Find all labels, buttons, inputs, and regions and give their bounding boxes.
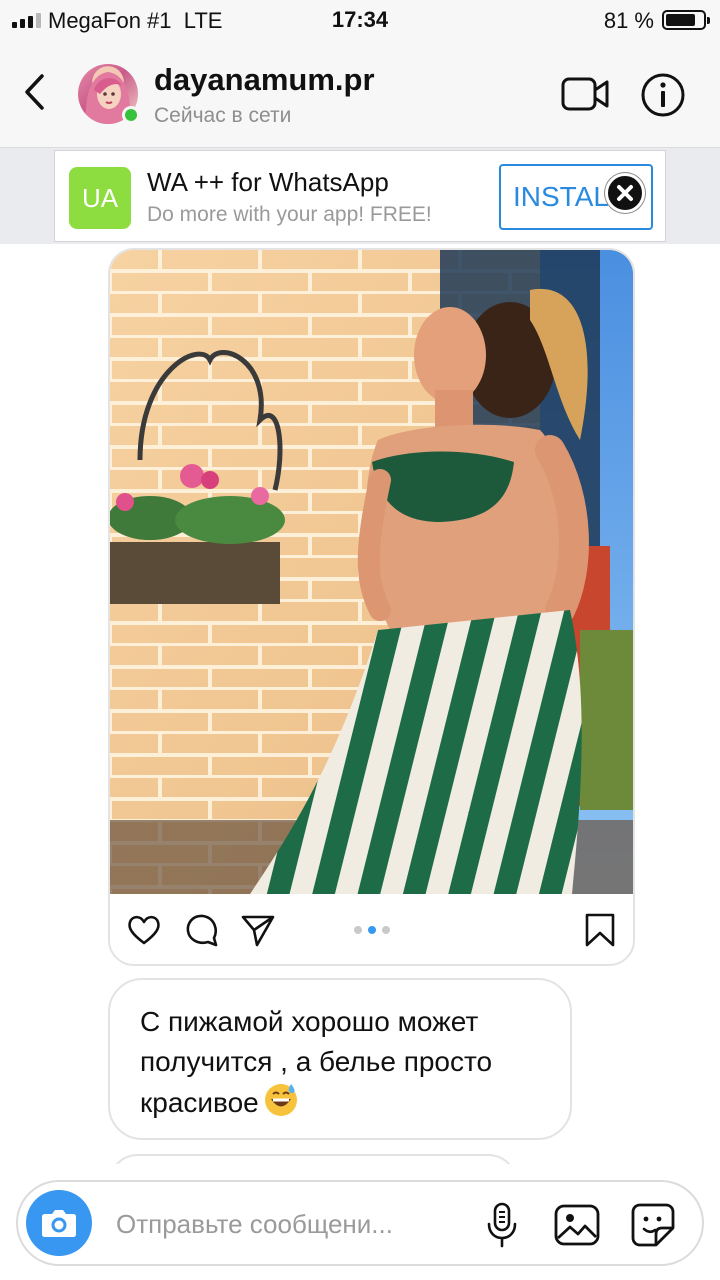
message-thread[interactable]: С пижамой хорошо может получится , а бел… [0, 244, 720, 1164]
chat-username[interactable]: dayanamum.pr [154, 62, 375, 98]
chat-header: dayanamum.pr Сейчас в сети [0, 40, 720, 148]
comment-icon [186, 914, 218, 947]
gallery-icon [554, 1204, 600, 1246]
ad-banner[interactable]: UA WA ++ for WhatsApp Do more with your … [54, 150, 666, 242]
video-camera-icon [561, 77, 609, 111]
ad-area: UA WA ++ for WhatsApp Do more with your … [0, 148, 720, 244]
bookmark-button[interactable] [582, 912, 618, 948]
ad-title: WA ++ for WhatsApp [147, 167, 389, 197]
camera-icon [42, 1210, 76, 1237]
ad-app-logo: UA [69, 167, 131, 229]
carousel-indicator [354, 926, 390, 934]
camera-button[interactable] [26, 1190, 92, 1256]
carousel-dot [368, 926, 376, 934]
battery-percent: 81 % [603, 8, 654, 33]
grinning-sweat-emoji [264, 1084, 297, 1116]
message-text-content: С пижамой хорошо может получится , а бел… [140, 1006, 493, 1118]
gallery-button[interactable] [552, 1200, 602, 1250]
chevron-left-icon [25, 74, 44, 110]
battery-icon [662, 10, 710, 30]
like-button[interactable] [126, 912, 162, 948]
status-bar: MegaFon #1 LTE 17:34 81 % [0, 0, 720, 40]
message-bubble[interactable]: С пижамой хорошо может получится , а бел… [108, 978, 572, 1140]
message-input[interactable] [116, 1202, 476, 1246]
direct-message-screen: MegaFon #1 LTE 17:34 81 % dayanamum.pr С… [0, 0, 720, 1280]
share-icon [241, 915, 275, 947]
voice-message-button[interactable] [482, 1200, 522, 1250]
video-call-button[interactable] [560, 74, 610, 114]
sticker-icon [631, 1203, 675, 1247]
comment-button[interactable] [184, 912, 220, 948]
message-bubble[interactable] [108, 1154, 518, 1164]
post-action-bar [110, 894, 633, 964]
heart-icon [128, 915, 160, 945]
shared-post-photo[interactable] [110, 250, 633, 894]
sticker-button[interactable] [628, 1200, 678, 1250]
presence-status: Сейчас в сети [154, 104, 292, 127]
online-indicator [122, 106, 140, 124]
message-text: С пижамой хорошо может получится , а бел… [140, 1002, 540, 1123]
microphone-icon [487, 1202, 517, 1248]
bookmark-icon [585, 913, 615, 947]
share-button[interactable] [240, 912, 276, 948]
composer-area [0, 1164, 720, 1280]
back-button[interactable] [18, 70, 54, 114]
ad-close-button[interactable] [605, 173, 645, 213]
message-composer [16, 1180, 704, 1266]
info-icon [641, 73, 685, 117]
carousel-dot [354, 926, 362, 934]
carousel-dot [382, 926, 390, 934]
shared-post-card[interactable] [108, 248, 635, 966]
info-button[interactable] [640, 72, 686, 118]
ad-subtitle: Do more with your app! FREE! [147, 203, 432, 226]
battery-fill [666, 14, 696, 26]
close-icon [617, 185, 633, 201]
avatar[interactable] [78, 64, 140, 124]
